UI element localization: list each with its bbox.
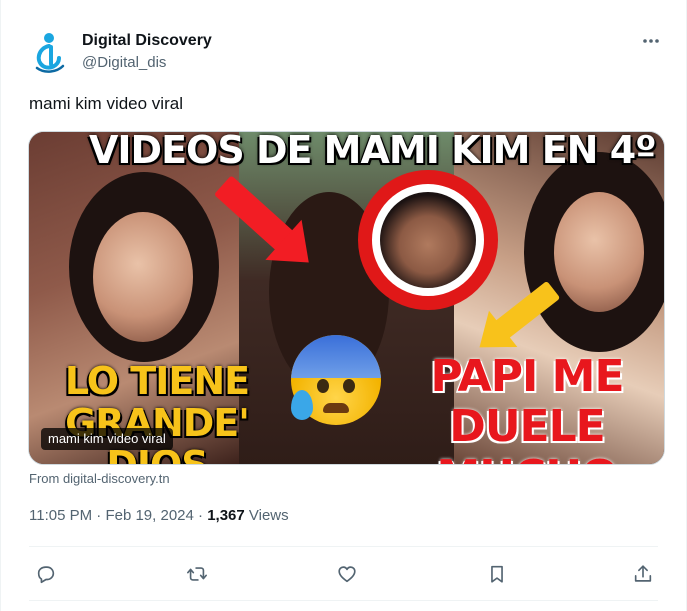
share-button[interactable]: [626, 558, 660, 590]
meta-separator: ·: [92, 507, 106, 524]
reply-button[interactable]: [29, 558, 63, 590]
tweet-date[interactable]: Feb 19, 2024: [105, 507, 193, 524]
share-icon: [634, 565, 652, 582]
media-caption-right: PAPI ME DUELE MUCHO: [430, 351, 624, 465]
bookmark-icon: [491, 565, 503, 583]
tweet-text: mami kim video viral: [29, 94, 183, 113]
more-icon: [643, 39, 659, 43]
meta-separator: ·: [193, 507, 208, 524]
media-headline: VIDEOS DE MAMI KIM EN 4º: [89, 131, 657, 172]
reply-icon: [37, 566, 55, 584]
tweet-header: Digital Discovery @Digital_dis: [25, 28, 668, 76]
logo-icon: [35, 33, 65, 73]
portrait-image: [380, 192, 476, 288]
media-thumbnail[interactable]: VIDEOS DE MAMI KIM EN 4º LO TIENE GRANDE…: [28, 131, 665, 465]
retweet-icon: [187, 567, 207, 581]
portrait-ring: [358, 170, 498, 310]
author-block: Digital Discovery @Digital_dis: [82, 31, 212, 73]
views-label: Views: [244, 507, 289, 524]
divider: [29, 546, 658, 547]
bookmark-button[interactable]: [480, 558, 514, 590]
divider: [29, 600, 658, 601]
views-count: 1,367: [207, 507, 245, 524]
retweet-button[interactable]: [180, 558, 214, 590]
sweat-drop-icon: [291, 390, 313, 420]
like-icon: [338, 566, 356, 583]
avatar[interactable]: [29, 30, 69, 74]
more-options-button[interactable]: [640, 30, 662, 52]
action-bar: [29, 558, 658, 590]
tweet-meta: 11:05 PM · Feb 19, 2024 · 1,367 Views: [29, 507, 289, 524]
link-source[interactable]: From digital-discovery.tn: [29, 471, 170, 486]
media-title-badge: mami kim video viral: [41, 428, 173, 450]
tweet-time[interactable]: 11:05 PM: [29, 507, 92, 524]
like-button[interactable]: [330, 558, 364, 590]
author-display-name[interactable]: Digital Discovery: [82, 31, 212, 51]
author-handle[interactable]: @Digital_dis: [82, 53, 212, 73]
tweet-card: Digital Discovery @Digital_dis mami kim …: [0, 0, 687, 611]
